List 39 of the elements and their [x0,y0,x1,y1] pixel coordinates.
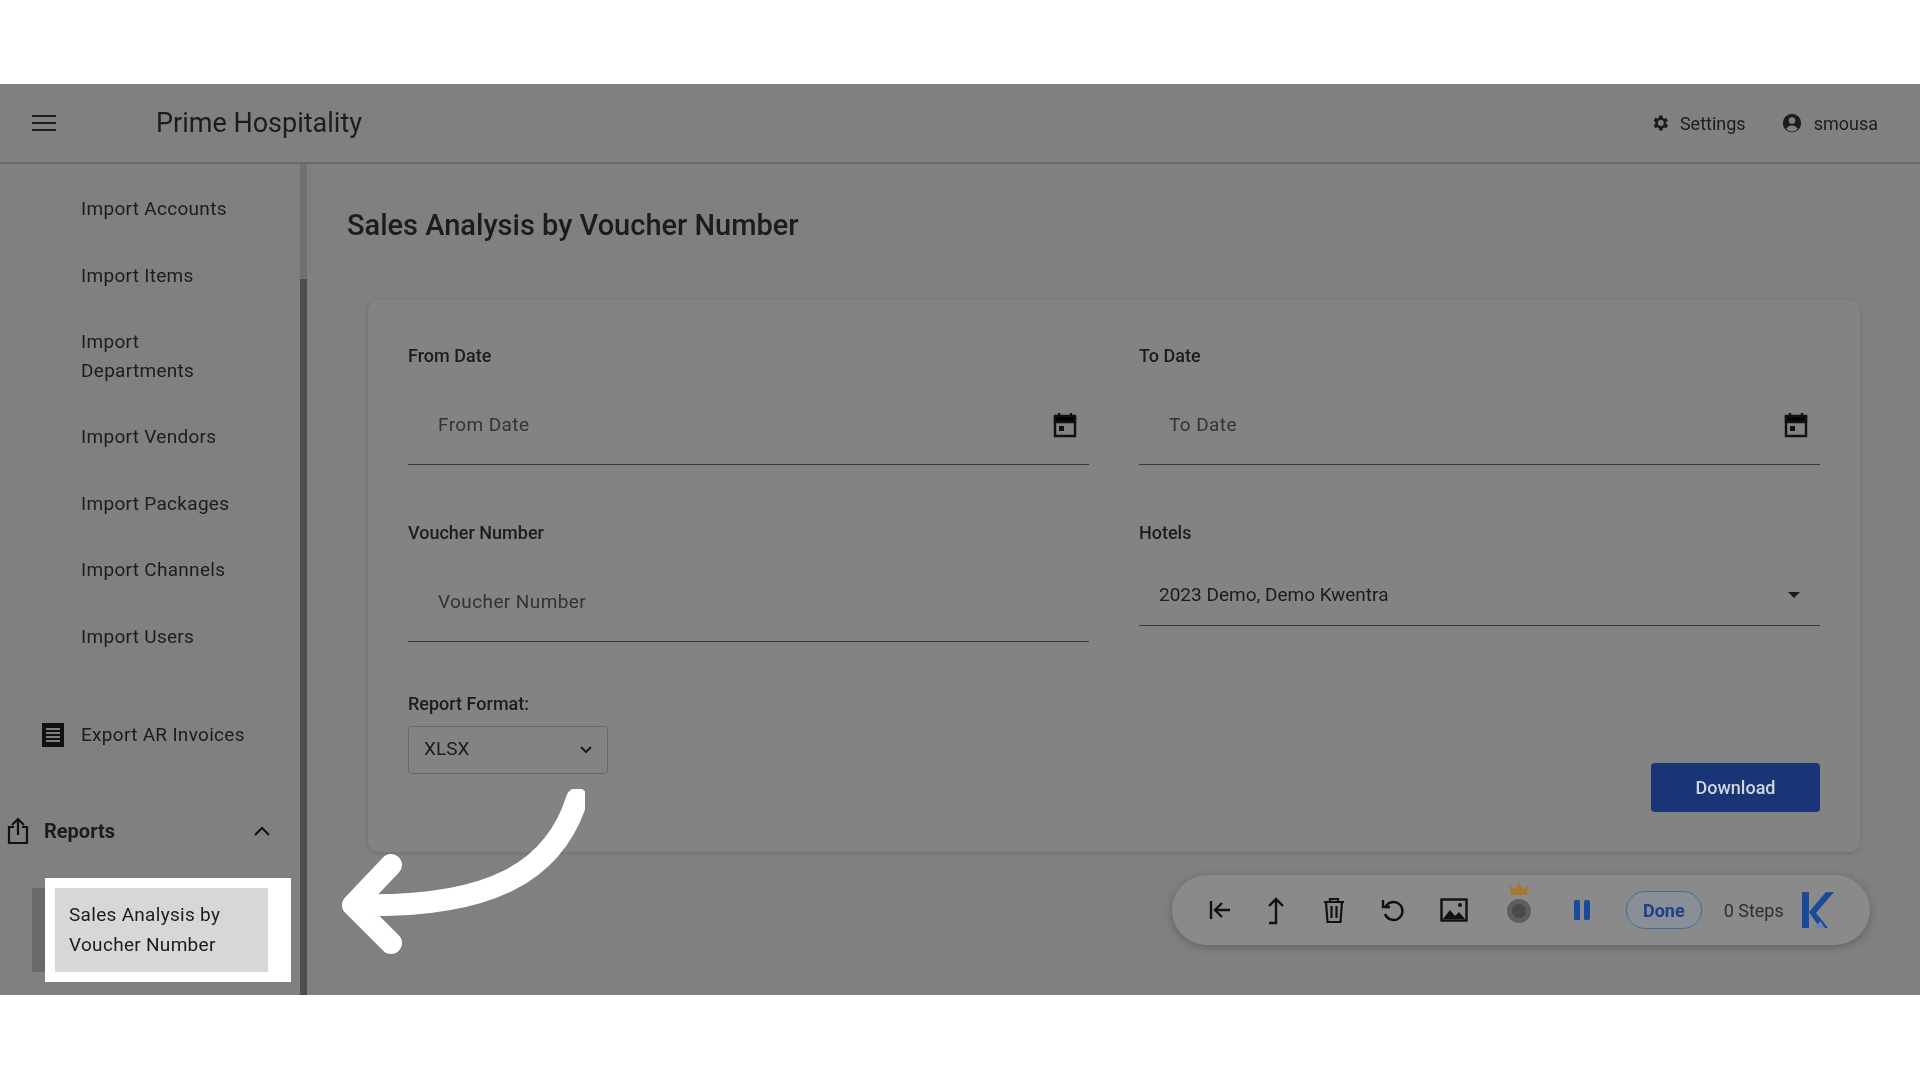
chevron-down-icon [580,745,592,754]
download-button[interactable]: Download [1651,762,1820,812]
settings-button[interactable]: Settings [1649,109,1746,137]
logo-icon [1800,892,1834,928]
calendar-icon[interactable] [1053,411,1077,438]
sidebar-item[interactable]: Import Departments [0,309,240,404]
field-label: Voucher Number [408,520,545,545]
steps-count: 0 Steps [1723,898,1784,923]
sidebar-item[interactable]: Export AR Invoices [0,700,300,770]
user-button[interactable]: smousa [1781,109,1878,137]
input-field[interactable]: Voucher Number [408,561,1089,642]
calendar-icon[interactable] [1784,411,1808,438]
user-icon [1781,113,1802,133]
sidebar-item[interactable]: Import Users [0,603,240,670]
share-icon [6,817,30,845]
format-select[interactable]: XLSX [408,725,608,774]
scrollbar[interactable] [300,164,307,995]
reports-group-header[interactable]: Reports [0,806,300,856]
field-label: Report Format: [408,691,530,716]
receipt-icon [41,722,65,748]
undo-icon[interactable] [1380,897,1406,923]
menu-icon[interactable] [32,114,56,132]
sidebar-item[interactable]: Import Packages [0,470,240,537]
page-title: Sales Analysis by Voucher Number [347,207,800,244]
field-label: To Date [1139,343,1202,368]
trash-icon[interactable] [1322,896,1346,924]
sidebar-subitem[interactable]: Sales Analysis by Voucher Number [55,888,268,972]
field-label: Hotels [1139,520,1193,545]
crown-sphere-icon[interactable] [1504,881,1534,925]
sidebar-item[interactable]: Import Channels [0,537,240,604]
field-label: From Date [408,343,493,368]
sidebar-item[interactable]: Import Vendors [0,404,240,471]
hotels-select[interactable]: 2023 Demo, Demo Kwentra [1139,565,1820,626]
app-title: Prime Hospitality [156,105,363,141]
sidebar-item[interactable]: Import Items [0,242,240,309]
sidebar-item[interactable]: Import Accounts [0,176,240,243]
image-icon[interactable] [1440,898,1468,922]
done-button[interactable]: Done [1626,891,1702,929]
caret-icon [1788,592,1800,598]
